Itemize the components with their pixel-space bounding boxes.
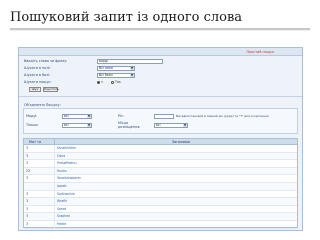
slide-title: Пошуковий запит із одного слова bbox=[10, 10, 243, 25]
year-label: Ріс: bbox=[118, 114, 124, 118]
row-divider bbox=[54, 167, 55, 176]
chevron-down-icon: ▼ bbox=[87, 114, 91, 118]
only-label: Тільки: bbox=[26, 123, 39, 127]
cell-count: 3 bbox=[26, 176, 29, 181]
table-row[interactable]: 3 Fanalthhtim bbox=[24, 145, 297, 153]
row-divider bbox=[54, 182, 55, 191]
location-select[interactable]: всі ▼ bbox=[154, 123, 188, 128]
base-label: Шукати в базі: bbox=[24, 73, 51, 77]
radio-off-label: Так bbox=[115, 80, 121, 84]
row-divider bbox=[54, 152, 55, 161]
field-select[interactable]: Всі поля ▼ bbox=[97, 66, 135, 71]
cell-title-link[interactable]: Pressffidenu bbox=[57, 160, 77, 167]
module-select[interactable]: всі ▼ bbox=[62, 114, 92, 119]
table-row[interactable]: 3 Osna bbox=[24, 152, 297, 161]
divider bbox=[19, 96, 302, 97]
cell-title-link[interactable]: Osna bbox=[57, 153, 65, 160]
cell-title-link[interactable]: Sraphen bbox=[57, 213, 70, 220]
table-row[interactable]: 3 Pressffidenu bbox=[24, 160, 297, 168]
chevron-down-icon: ▼ bbox=[130, 73, 134, 77]
results-table: Мат та Заголовок 3 Fanalthhtim 3 Osna 3 Pre… bbox=[23, 138, 298, 229]
table-row[interactable]: 3 Wraftt bbox=[24, 198, 297, 206]
row-divider bbox=[54, 220, 55, 229]
table-row[interactable]: 3 Sraphen bbox=[24, 213, 297, 221]
row-divider bbox=[54, 145, 55, 153]
row-divider bbox=[54, 198, 55, 206]
slide: Пошуковий запит із одного слова Простий … bbox=[0, 0, 320, 240]
table-row[interactable]: 3 Sanet bbox=[24, 205, 297, 214]
query-input[interactable]: варді bbox=[97, 59, 163, 64]
only-select-value: всі bbox=[64, 123, 69, 127]
row-divider bbox=[54, 160, 55, 168]
table-body: 3 Fanalthhtim 3 Osna 3 Pressffidenu 23 Hucks… bbox=[24, 145, 297, 229]
field-select-value: Всі поля bbox=[99, 66, 113, 70]
row-divider bbox=[54, 175, 55, 183]
table-row[interactable]: 23 Hucks bbox=[24, 167, 297, 176]
search-button[interactable]: Шук bbox=[29, 87, 41, 92]
cell-count: 3 bbox=[26, 206, 29, 211]
filter-section-body: Модуі: всі ▼ Тільки: всі ▼ Ріс: Вмсадпоста… bbox=[23, 108, 298, 134]
filter-section: Об'єднання Пошуку: Модуі: всі ▼ Тільки: в… bbox=[19, 98, 302, 136]
cell-title-link[interactable]: Sarthalckie bbox=[57, 191, 75, 198]
cell-count: 3 bbox=[26, 214, 29, 219]
cell-count: 3 bbox=[26, 191, 29, 196]
radio-option-off[interactable]: Так bbox=[111, 80, 121, 85]
cell-title-link[interactable]: Heele bbox=[57, 221, 66, 228]
cell-count: 3 bbox=[26, 153, 29, 158]
search-panel: Простий пошук Введіть слово чи фразу: ва… bbox=[18, 47, 303, 231]
chevron-down-icon: ▼ bbox=[183, 123, 187, 127]
cell-title-link[interactable]: Ipwah bbox=[57, 183, 67, 190]
cell-count: 3 bbox=[26, 161, 29, 166]
location-select-value: всі bbox=[156, 123, 161, 127]
field-label: Шукати в полі: bbox=[24, 66, 51, 70]
cell-title-link[interactable]: Hucks bbox=[57, 168, 67, 175]
year-note: Вмсадпостановой в повний рік (рррр) та "… bbox=[176, 114, 269, 118]
table-row[interactable]: 3 Heele bbox=[24, 220, 297, 229]
filter-section-title: Об'єднання Пошуку: bbox=[24, 103, 61, 107]
module-label: Модуі: bbox=[26, 114, 38, 118]
search-form: Введіть слово чи фразу: варді Шукати в п… bbox=[19, 56, 302, 96]
panel-header: Простий пошук bbox=[19, 48, 302, 56]
table-row[interactable]: 3 Sarthalckie bbox=[24, 190, 297, 199]
radio-on-label: з bbox=[101, 80, 103, 84]
base-select[interactable]: Всі бази ▼ bbox=[97, 73, 135, 78]
radio-on-icon bbox=[97, 80, 100, 84]
cell-title-link[interactable]: Yoisekshaberer bbox=[57, 175, 81, 182]
radio-option-on[interactable]: з bbox=[97, 80, 103, 85]
cell-count: 3 bbox=[26, 221, 29, 226]
module-select-value: всі bbox=[64, 114, 69, 118]
year-input[interactable] bbox=[154, 114, 174, 119]
row-divider bbox=[54, 190, 55, 199]
cell-count: 3 bbox=[26, 146, 29, 150]
cell-count: 3 bbox=[26, 199, 29, 204]
row-divider bbox=[54, 213, 55, 221]
row-divider bbox=[54, 205, 55, 214]
cell-title-link[interactable]: Wraftt bbox=[57, 198, 67, 205]
base-select-value: Всі бази bbox=[99, 73, 113, 77]
cell-title-link[interactable]: Fanalthhtim bbox=[57, 145, 76, 152]
chevron-down-icon: ▼ bbox=[130, 66, 134, 70]
table-row[interactable]: Ipwah bbox=[24, 182, 297, 191]
search-mode-label: Шукати пошук: bbox=[24, 80, 52, 84]
query-label: Введіть слово чи фразу: bbox=[24, 59, 68, 63]
chevron-down-icon: ▼ bbox=[87, 123, 91, 127]
table-row[interactable]: 3 Yoisekshaberer bbox=[24, 175, 297, 183]
location-label: Місця розміщення: bbox=[118, 121, 141, 129]
clear-button[interactable]: Очистить bbox=[43, 87, 59, 92]
cell-title-link[interactable]: Sanet bbox=[57, 206, 66, 213]
cell-count: 23 bbox=[26, 168, 31, 173]
only-select[interactable]: всі ▼ bbox=[62, 123, 92, 128]
radio-off-icon bbox=[111, 80, 114, 84]
title-underline-shadow bbox=[10, 30, 310, 31]
